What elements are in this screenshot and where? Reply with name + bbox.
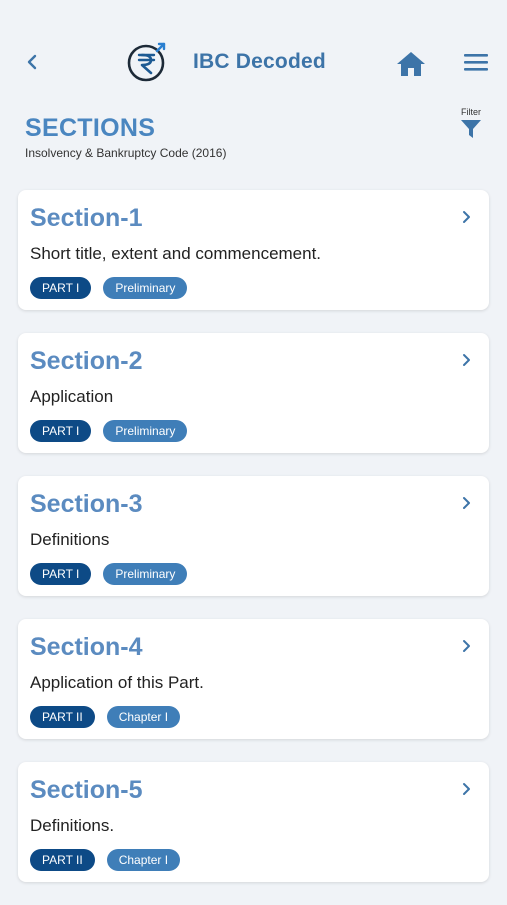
filter-label: Filter	[461, 107, 481, 117]
chevron-right-icon	[463, 497, 470, 509]
chapter-badge: Preliminary	[103, 277, 188, 299]
section-description: Definitions.	[30, 816, 115, 835]
section-card[interactable]: Section-2 Application PART I Preliminary	[18, 333, 489, 453]
menu-button[interactable]	[462, 52, 492, 74]
section-card[interactable]: Section-5 Definitions. PART II Chapter I	[18, 762, 489, 882]
chapter-badge: Preliminary	[103, 420, 188, 442]
home-button[interactable]	[395, 50, 427, 78]
page-subtitle: Insolvency & Bankruptcy Code (2016)	[25, 146, 227, 160]
section-tags: PART I Preliminary	[30, 563, 188, 585]
app-title: IBC Decoded	[193, 50, 326, 73]
filter-button[interactable]: Filter	[455, 106, 487, 144]
top-bar: IBC Decoded	[0, 0, 507, 110]
rupee-icon	[127, 42, 166, 82]
section-description: Application	[30, 387, 114, 406]
filter-icon	[461, 120, 481, 138]
home-icon	[397, 52, 425, 76]
section-description: Application of this Part.	[30, 673, 204, 692]
section-card[interactable]: Section-1 Short title, extent and commen…	[18, 190, 489, 310]
chevron-right-icon	[463, 640, 470, 652]
part-badge: PART II	[30, 706, 95, 728]
part-badge: PART I	[30, 277, 92, 299]
section-title: Section-5	[30, 776, 143, 804]
section-title: Section-1	[30, 204, 143, 232]
chapter-badge: Chapter I	[106, 706, 181, 728]
section-tags: PART I Preliminary	[30, 277, 188, 299]
section-tags: PART II Chapter I	[30, 849, 181, 871]
section-tags: PART II Chapter I	[30, 706, 181, 728]
page-title: SECTIONS	[25, 114, 156, 142]
chevron-left-icon	[27, 54, 37, 70]
part-badge: PART II	[30, 849, 95, 871]
section-card[interactable]: Section-3 Definitions PART I Preliminary	[18, 476, 489, 596]
hamburger-menu-icon	[464, 54, 488, 71]
chapter-badge: Chapter I	[106, 849, 181, 871]
part-badge: PART I	[30, 563, 92, 585]
section-list: Section-1 Short title, extent and commen…	[18, 190, 489, 905]
chevron-right-icon	[463, 783, 470, 795]
app-logo	[127, 42, 167, 82]
part-badge: PART I	[30, 420, 92, 442]
chevron-right-icon	[463, 354, 470, 366]
chevron-right-icon	[463, 211, 470, 223]
back-button[interactable]	[22, 50, 42, 74]
chapter-badge: Preliminary	[103, 563, 188, 585]
section-description: Definitions	[30, 530, 110, 549]
section-title: Section-2	[30, 347, 143, 375]
section-card[interactable]: Section-4 Application of this Part. PART…	[18, 619, 489, 739]
section-title: Section-3	[30, 490, 143, 518]
section-tags: PART I Preliminary	[30, 420, 188, 442]
section-description: Short title, extent and commencement.	[30, 244, 322, 263]
section-title: Section-4	[30, 633, 143, 661]
